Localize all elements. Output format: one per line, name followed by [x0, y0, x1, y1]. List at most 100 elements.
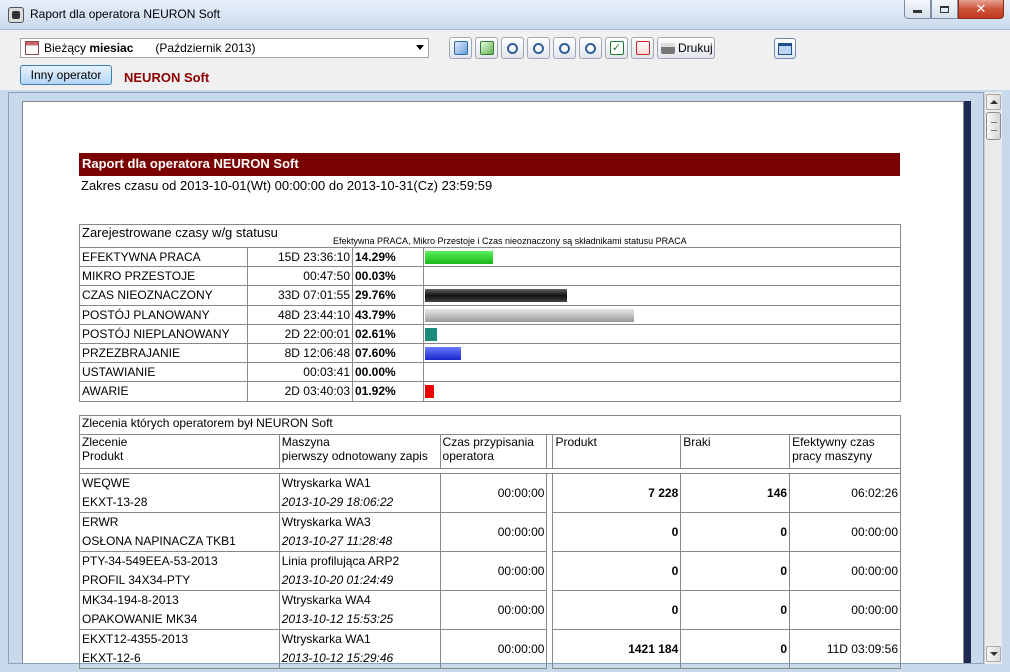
report-header: Raport dla operatora NEURON Soft — [79, 153, 900, 176]
order-product: OPAKOWANIE MK34 — [82, 612, 198, 626]
machine-name: Linia profilująca ARP2 — [281, 554, 400, 568]
status-duration: 48D 23:44:10 — [247, 304, 353, 325]
app-icon — [8, 7, 24, 23]
orders-table: Zlecenia których operatorem był NEURON S… — [79, 415, 901, 669]
assign-time: 00:00:00 — [439, 473, 548, 513]
status-row: POSTÓJ NIEPLANOWANY 2D 22:00:01 02.61% — [79, 323, 901, 344]
status-name: EFEKTYWNA PRACA — [79, 246, 248, 268]
status-table: Zarejestrowane czasy w/g statusu EFEKTYW… — [79, 224, 901, 402]
scroll-up-icon[interactable] — [986, 94, 1001, 110]
order-cell: MK34-194-8-2013 OPAKOWANIE MK34 — [79, 590, 280, 630]
next-page-icon — [479, 41, 494, 55]
period-select[interactable]: Bieżący miesiac (Październik 2013) — [20, 38, 429, 58]
status-bar — [425, 251, 493, 264]
zoom-width-button[interactable] — [527, 37, 550, 59]
rejects-count: 0 — [680, 629, 791, 669]
zoom-out-button[interactable] — [553, 37, 576, 59]
status-row: POSTÓJ PLANOWANY 48D 23:44:10 43.79% — [79, 304, 901, 325]
status-duration: 00:03:41 — [247, 362, 353, 383]
first-record-date: 2013-10-29 18:06:22 — [281, 495, 394, 509]
order-row: EKXT12-4355-2013 EKXT-12-6 Wtryskarka WA1 2… — [79, 629, 901, 669]
assign-time: 00:00:00 — [439, 512, 548, 552]
effective-time: 00:00:00 — [789, 551, 901, 591]
orders-header-row: Zlecenie Produkt Maszyna pierwszy odnotowa… — [79, 434, 901, 469]
title-bar: Raport dla operatora NEURON Soft ✕ — [0, 0, 1010, 30]
first-page-button[interactable] — [449, 37, 472, 59]
machine-cell: Linia profilująca ARP2 2013-10-20 01:24:4… — [278, 551, 441, 591]
status-name: CZAS NIEOZNACZONY — [79, 285, 248, 306]
window-icon — [778, 42, 792, 55]
status-duration: 2D 03:40:03 — [247, 381, 353, 402]
order-id: WEQWE — [82, 476, 130, 490]
status-bar — [425, 289, 567, 303]
vertical-scrollbar[interactable] — [984, 92, 1002, 664]
time-range: Zakres czasu od 2013-10-01(Wt) 00:00:00 … — [81, 178, 493, 193]
status-percent: 00.00% — [352, 362, 424, 383]
next-page-button[interactable] — [475, 37, 498, 59]
status-name: POSTÓJ NIEPLANOWANY — [79, 323, 248, 344]
export-pdf-button[interactable] — [631, 37, 654, 59]
maximize-button[interactable] — [931, 0, 958, 19]
zoom-in-button[interactable] — [579, 37, 602, 59]
zoom-in-icon — [585, 42, 596, 54]
header-rejects: Braki — [680, 434, 791, 469]
machine-cell: Wtryskarka WA4 2013-10-12 15:53:25 — [278, 590, 441, 630]
status-row: USTAWIANIE 00:03:41 00.00% — [79, 362, 901, 383]
machine-cell: Wtryskarka WA1 2013-10-12 15:29:46 — [278, 629, 441, 669]
effective-time: 11D 03:09:56 — [789, 629, 901, 669]
rejects-count: 0 — [680, 551, 791, 591]
check-button[interactable]: ✓ — [605, 37, 628, 59]
assign-time: 00:00:00 — [439, 629, 548, 669]
status-name: AWARIE — [79, 381, 248, 402]
header-eff-time: Efektywny czas pracy maszyny — [789, 434, 901, 469]
order-row: WEQWE EKXT-13-28 Wtryskarka WA1 2013-10-29 … — [79, 473, 901, 513]
status-bar-cell — [423, 362, 901, 383]
produced-count: 1421 184 — [552, 629, 682, 669]
minimize-icon — [913, 10, 922, 13]
status-note: Efektywna PRACA, Mikro Przestoje i Czas … — [333, 236, 687, 246]
order-id: MK34-194-8-2013 — [82, 593, 179, 607]
status-percent: 14.29% — [352, 246, 424, 268]
window-mode-button[interactable] — [774, 38, 796, 59]
header-machine: Maszyna pierwszy odnotowany zapis — [278, 434, 441, 469]
order-id: ERWR — [82, 515, 119, 529]
window-title: Raport dla operatora NEURON Soft — [30, 7, 221, 21]
status-bar — [425, 346, 461, 360]
machine-cell: Wtryskarka WA1 2013-10-29 18:06:22 — [278, 473, 441, 513]
effective-time: 06:02:26 — [789, 473, 901, 513]
orders-title: Zlecenia których operatorem był NEURON S… — [79, 415, 901, 435]
order-row: PTY-34-549EEA-53-2013 PROFIL 34X34-PTY Lin… — [79, 551, 901, 591]
scroll-down-icon[interactable] — [986, 646, 1001, 662]
page-shadow — [967, 101, 971, 663]
status-row: MIKRO PRZESTOJE 00:47:50 00.03% — [79, 266, 901, 287]
zoom-page-icon — [507, 42, 518, 54]
status-name: PRZEZBRAJANIE — [79, 342, 248, 364]
assign-time: 00:00:00 — [439, 590, 548, 630]
status-name: POSTÓJ PLANOWANY — [79, 304, 248, 325]
minimize-button[interactable] — [904, 0, 931, 19]
printer-icon — [661, 42, 675, 54]
status-bar — [425, 308, 634, 322]
calendar-icon — [25, 41, 39, 55]
order-id: PTY-34-549EEA-53-2013 — [82, 554, 218, 568]
produced-count: 0 — [552, 590, 682, 630]
status-percent: 02.61% — [352, 323, 424, 344]
other-operator-button[interactable]: Inny operator — [20, 65, 112, 85]
chevron-down-icon[interactable] — [416, 45, 424, 50]
rejects-count: 0 — [680, 590, 791, 630]
close-button[interactable]: ✕ — [958, 0, 1004, 19]
checkmark-icon: ✓ — [609, 41, 624, 55]
status-title: Zarejestrowane czasy w/g statusu — [82, 225, 278, 240]
header-assign-time: Czas przypisania operatora — [439, 434, 548, 469]
maximize-icon — [940, 5, 949, 13]
print-button[interactable]: Drukuj — [657, 37, 715, 59]
zoom-page-button[interactable] — [501, 37, 524, 59]
scroll-thumb[interactable] — [986, 112, 1001, 140]
status-bar-cell — [423, 323, 901, 344]
status-row: PRZEZBRAJANIE 8D 12:06:48 07.60% — [79, 342, 901, 364]
status-percent: 00.03% — [352, 266, 424, 287]
status-bar-cell — [423, 381, 901, 402]
pdf-icon — [635, 41, 650, 55]
close-icon: ✕ — [975, 1, 987, 16]
report-toolbar-buttons: ✓ Drukuj — [449, 37, 715, 59]
